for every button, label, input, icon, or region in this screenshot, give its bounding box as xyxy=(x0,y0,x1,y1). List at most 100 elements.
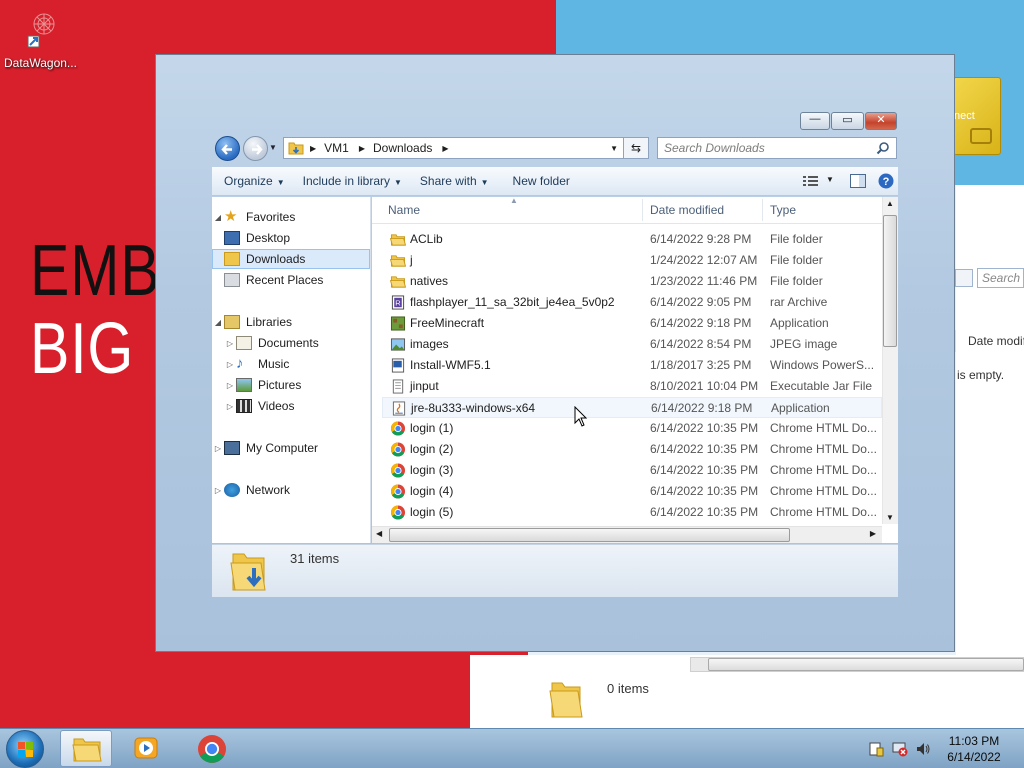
scroll-left-icon[interactable]: ◀ xyxy=(376,529,382,538)
file-row[interactable]: j 1/24/2022 12:07 AM File folder xyxy=(382,250,882,271)
file-row[interactable]: Install-WMF5.1 1/18/2017 3:25 PM Windows P… xyxy=(382,355,882,376)
breadcrumb-separator-icon[interactable]: ▶ xyxy=(442,144,448,153)
address-bar[interactable]: ▶ VM1 ▶ Downloads ▶ ▼ xyxy=(283,137,649,159)
column-divider[interactable] xyxy=(762,199,763,221)
column-date-modified[interactable]: Date modified xyxy=(650,203,724,217)
svg-text:R: R xyxy=(395,298,401,307)
breadcrumb-separator-icon[interactable]: ▶ xyxy=(310,144,316,153)
nav-network[interactable]: ▷ Network xyxy=(212,480,370,500)
java-icon xyxy=(392,401,406,416)
nav-label: Documents xyxy=(258,336,319,350)
file-row[interactable]: login (1) 6/14/2022 10:35 PM Chrome HTML D… xyxy=(382,418,882,439)
scroll-down-icon[interactable]: ▼ xyxy=(886,513,894,522)
breadcrumb-separator-icon[interactable]: ▶ xyxy=(359,144,365,153)
volume-icon[interactable] xyxy=(915,741,931,757)
vertical-scroll-thumb[interactable] xyxy=(883,215,897,347)
preview-pane-icon[interactable] xyxy=(850,174,866,188)
refresh-button[interactable]: ⇆ xyxy=(623,137,649,159)
organize-button[interactable]: Organize ▼ xyxy=(218,174,291,188)
new-folder-button[interactable]: New folder xyxy=(507,174,576,188)
file-type: Windows PowerS... xyxy=(770,358,875,372)
gadget-tile-label: nect xyxy=(954,110,975,122)
back-button[interactable] xyxy=(215,136,240,161)
refresh-icon: ⇆ xyxy=(630,141,642,155)
expand-arrow-icon[interactable]: ▷ xyxy=(224,360,236,369)
nav-label: Favorites xyxy=(246,210,296,224)
background-window-search-input[interactable]: Search S xyxy=(977,268,1024,288)
taskbar-media-player-button[interactable] xyxy=(120,730,172,767)
file-row[interactable]: login (5) 6/14/2022 10:35 PM Chrome HTML D… xyxy=(382,502,882,523)
column-headers: ▲ Name Date modified Type xyxy=(372,196,882,224)
nav-pictures[interactable]: ▷ Pictures xyxy=(212,375,370,395)
expand-arrow-icon[interactable]: ▷ xyxy=(224,339,236,348)
file-row[interactable]: login (2) 6/14/2022 10:35 PM Chrome HTML D… xyxy=(382,439,882,460)
nav-documents[interactable]: ▷ Documents xyxy=(212,333,370,353)
background-window-date-column[interactable]: Date modifi xyxy=(955,330,1024,352)
background-window-empty-text: is empty. xyxy=(957,368,1005,382)
column-name[interactable]: Name xyxy=(388,203,420,217)
scroll-right-icon[interactable]: ▶ xyxy=(870,529,876,538)
expand-arrow-icon[interactable]: ▷ xyxy=(212,444,224,453)
expand-arrow-icon[interactable]: ▷ xyxy=(224,381,236,390)
file-row[interactable]: login (3) 6/14/2022 10:35 PM Chrome HTML D… xyxy=(382,460,882,481)
breadcrumb-vm1[interactable]: VM1 xyxy=(324,141,349,155)
nav-my-computer[interactable]: ▷ My Computer xyxy=(212,438,370,458)
nav-downloads[interactable]: Downloads xyxy=(212,249,370,269)
minimize-button[interactable]: — xyxy=(800,112,830,130)
file-row[interactable]: natives 1/23/2022 11:46 PM File folder xyxy=(382,271,882,292)
horizontal-scroll-thumb[interactable] xyxy=(389,528,790,542)
file-row[interactable]: FreeMinecraft 6/14/2022 9:18 PM Applicatio… xyxy=(382,313,882,334)
start-button[interactable] xyxy=(6,730,44,768)
help-icon[interactable]: ? xyxy=(878,173,894,189)
background-window-hscroll-thumb[interactable] xyxy=(708,658,1024,671)
expand-arrow-icon[interactable]: ▷ xyxy=(224,402,236,411)
column-type[interactable]: Type xyxy=(770,203,796,217)
file-row[interactable]: ACLib 6/14/2022 9:28 PM File folder xyxy=(382,229,882,250)
network-disconnected-icon[interactable] xyxy=(892,741,908,757)
file-row[interactable]: login (4) 6/14/2022 10:35 PM Chrome HTML D… xyxy=(382,481,882,502)
address-dropdown-icon[interactable]: ▼ xyxy=(610,144,618,153)
scroll-up-icon[interactable]: ▲ xyxy=(886,199,894,208)
nav-libraries[interactable]: ◢ Libraries xyxy=(212,312,370,332)
file-date: 1/18/2017 3:25 PM xyxy=(650,358,752,372)
clock[interactable]: 11:03 PM 6/14/2022 xyxy=(945,733,1003,765)
breadcrumb-downloads[interactable]: Downloads xyxy=(373,141,432,155)
desktop-shortcut-datawagon[interactable]: DataWagon... xyxy=(4,10,77,74)
nav-label: Libraries xyxy=(246,315,293,329)
file-row[interactable]: Rflashplayer_11_sa_32bit_je4ea_5v0p2 6/14… xyxy=(382,292,882,313)
nav-favorites[interactable]: ◢ ★ Favorites xyxy=(212,207,370,227)
recent-places-icon xyxy=(224,273,240,287)
expand-arrow-icon[interactable]: ▷ xyxy=(212,486,224,495)
nav-videos[interactable]: ▷ Videos xyxy=(212,396,370,416)
file-name: login (5) xyxy=(410,505,454,519)
share-with-button[interactable]: Share with ▼ xyxy=(414,174,495,188)
file-row[interactable]: images 6/14/2022 8:54 PM JPEG image xyxy=(382,334,882,355)
view-options-icon[interactable] xyxy=(803,175,819,187)
nav-recent-places[interactable]: Recent Places xyxy=(212,270,370,290)
taskbar-chrome-button[interactable] xyxy=(186,730,238,767)
nav-desktop[interactable]: Desktop xyxy=(212,228,370,248)
close-button[interactable]: ✕ xyxy=(865,112,897,130)
include-in-library-button[interactable]: Include in library ▼ xyxy=(297,174,408,188)
file-date: 1/23/2022 11:46 PM xyxy=(650,274,758,288)
column-divider[interactable] xyxy=(642,199,643,221)
file-type: Application xyxy=(770,316,829,330)
taskbar-explorer-button[interactable] xyxy=(60,730,112,767)
file-date: 6/14/2022 10:35 PM xyxy=(650,505,759,519)
search-input[interactable]: Search Downloads xyxy=(657,137,897,159)
background-window-refresh-icon[interactable] xyxy=(955,269,973,287)
collapse-arrow-icon[interactable]: ◢ xyxy=(212,318,224,327)
forward-button[interactable] xyxy=(243,136,268,161)
collapse-arrow-icon[interactable]: ◢ xyxy=(212,213,224,222)
folder-icon xyxy=(390,234,406,246)
action-center-icon[interactable] xyxy=(868,741,884,757)
maximize-button[interactable]: ▭ xyxy=(831,112,864,130)
recent-pages-dropdown[interactable]: ▼ xyxy=(269,143,279,153)
file-row[interactable]: jinput 8/10/2021 10:04 PM Executable Jar F… xyxy=(382,376,882,397)
search-icon[interactable] xyxy=(876,141,890,155)
nav-music[interactable]: ▷ ♪ Music xyxy=(212,354,370,374)
view-dropdown-icon[interactable]: ▼ xyxy=(826,175,834,184)
file-row[interactable]: jre-8u333-windows-x64 6/14/2022 9:18 PM Ap… xyxy=(382,397,882,418)
desktop-gadget-tile[interactable]: nect xyxy=(953,77,1001,155)
chrome-icon xyxy=(390,484,406,499)
